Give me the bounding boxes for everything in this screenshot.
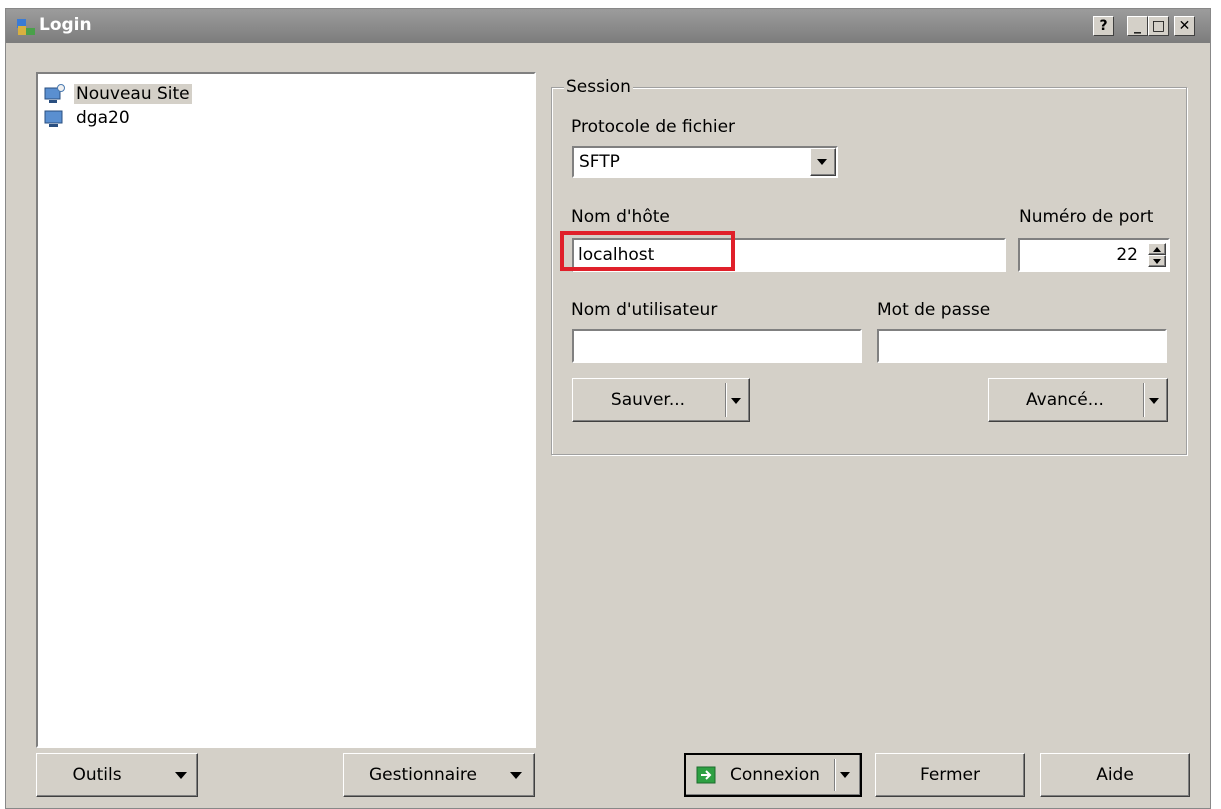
protocol-value: SFTP — [579, 152, 620, 172]
chevron-down-icon — [817, 159, 827, 165]
manager-label: Gestionnaire — [368, 765, 478, 785]
computer-icon — [44, 110, 63, 127]
connect-button[interactable]: Connexion — [684, 753, 862, 797]
app-icon — [17, 19, 35, 35]
site-tree[interactable]: Nouveau Site dga20 — [36, 72, 536, 748]
split-separator — [834, 759, 836, 791]
tools-label: Outils — [72, 765, 122, 785]
minimize-button[interactable]: _ — [1127, 16, 1148, 36]
help-label: Aide — [1096, 765, 1134, 785]
maximize-button[interactable]: □ — [1148, 16, 1169, 36]
port-label: Numéro de port — [1019, 207, 1154, 227]
new-site-computer-icon — [44, 84, 65, 103]
site-label: dga20 — [76, 108, 130, 128]
chevron-down-icon — [510, 772, 522, 779]
highlight-box — [560, 231, 735, 271]
chevron-down-icon — [840, 772, 850, 778]
title-bar[interactable]: Login ? _ □ ✕ — [6, 9, 1210, 43]
split-separator — [725, 383, 727, 417]
manager-button[interactable]: Gestionnaire — [343, 753, 535, 797]
split-separator — [1143, 383, 1145, 417]
port-stepper[interactable]: 22 — [1018, 238, 1170, 272]
close-dialog-button[interactable]: Fermer — [875, 753, 1025, 797]
advanced-button[interactable]: Avancé... — [988, 378, 1168, 422]
help-button[interactable]: Aide — [1040, 753, 1190, 797]
chevron-down-icon — [1149, 398, 1159, 404]
password-label: Mot de passe — [877, 300, 991, 320]
port-up-button[interactable] — [1148, 243, 1166, 255]
site-label: Nouveau Site — [74, 84, 192, 104]
chevron-up-icon — [1153, 247, 1161, 252]
login-window: Login ? _ □ ✕ Nouveau Site dga20 Outils — [5, 8, 1211, 809]
session-legend: Session — [564, 77, 633, 97]
password-field[interactable] — [877, 329, 1167, 363]
chevron-down-icon — [175, 772, 187, 779]
site-item-dga20[interactable]: dga20 — [44, 106, 132, 130]
port-down-button[interactable] — [1148, 255, 1166, 267]
protocol-select[interactable]: SFTP — [572, 146, 838, 178]
username-field[interactable] — [572, 329, 862, 363]
protocol-label: Protocole de fichier — [571, 117, 736, 137]
save-label: Sauver... — [610, 390, 686, 410]
login-icon — [696, 766, 716, 784]
chevron-down-icon — [1153, 259, 1161, 264]
connect-label: Connexion — [730, 765, 820, 785]
tools-button[interactable]: Outils — [36, 753, 198, 797]
window-title: Login — [39, 15, 92, 35]
close-dialog-label: Fermer — [919, 765, 980, 785]
site-item-nouveau-site[interactable]: Nouveau Site — [44, 82, 192, 106]
protocol-dropdown-button[interactable] — [810, 148, 836, 176]
close-button[interactable]: ✕ — [1174, 16, 1195, 36]
help-title-button[interactable]: ? — [1093, 16, 1114, 36]
chevron-down-icon — [731, 398, 741, 404]
port-value: 22 — [1116, 245, 1138, 265]
username-label: Nom d'utilisateur — [571, 300, 718, 320]
save-button[interactable]: Sauver... — [572, 378, 750, 422]
host-label: Nom d'hôte — [571, 207, 670, 227]
advanced-label: Avancé... — [1026, 390, 1104, 410]
